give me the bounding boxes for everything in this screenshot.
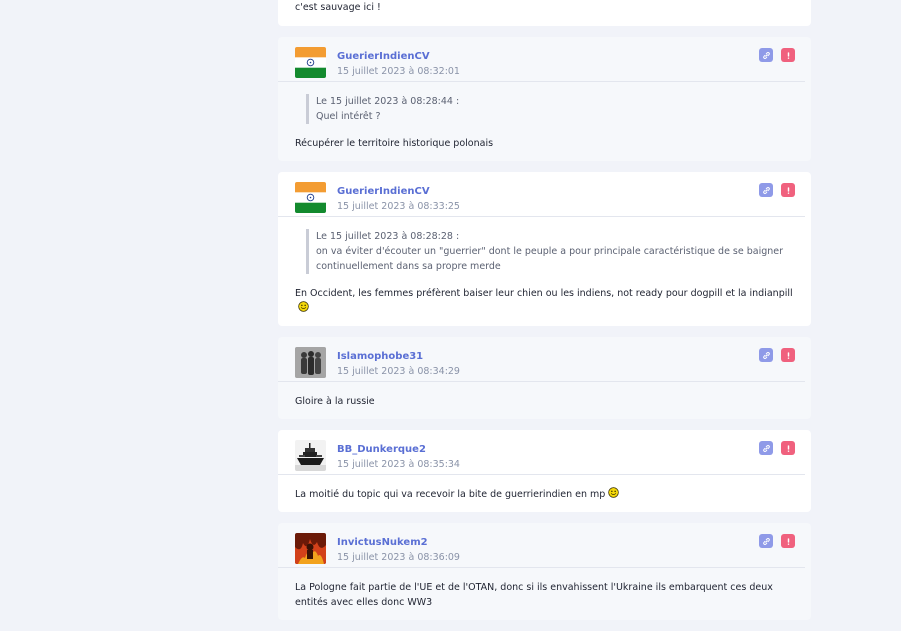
post-actions <box>759 348 795 362</box>
post-message: Gloire à la russie <box>295 396 375 407</box>
forum-post: c'est sauvage ici ! <box>278 0 811 26</box>
author-link[interactable]: InvictusNukem2 <box>337 537 428 548</box>
exclamation-icon <box>787 351 789 359</box>
report-button[interactable] <box>781 348 795 362</box>
permalink-button[interactable] <box>759 534 773 548</box>
post-message: La moitié du topic qui va recevoir la bi… <box>295 489 606 500</box>
report-button[interactable] <box>781 183 795 197</box>
permalink-button[interactable] <box>759 441 773 455</box>
permalink-button[interactable] <box>759 183 773 197</box>
post-body: Le 15 juillet 2023 à 08:28:28 : on va év… <box>278 217 811 326</box>
post-header: BB_Dunkerque2 15 juillet 2023 à 08:35:34 <box>278 430 805 475</box>
post-date[interactable]: 15 juillet 2023 à 08:35:34 <box>337 459 460 470</box>
post-message: Récupérer le territoire historique polon… <box>295 138 494 149</box>
india-flag-avatar[interactable] <box>295 182 326 213</box>
post-date[interactable]: 15 juillet 2023 à 08:34:29 <box>337 366 460 377</box>
post-actions <box>759 534 795 548</box>
battleship-avatar[interactable] <box>295 440 326 471</box>
post-actions <box>759 48 795 62</box>
india-flag-avatar[interactable] <box>295 47 326 78</box>
fire-avatar[interactable] <box>295 533 326 564</box>
quote-text: on va éviter d'écouter un "guerrier" don… <box>316 246 784 272</box>
post-date[interactable]: 15 juillet 2023 à 08:36:09 <box>337 552 460 563</box>
post-body: La Pologne fait partie de l'UE et de l'O… <box>278 568 811 620</box>
post-body: La moitié du topic qui va recevoir la bi… <box>278 475 811 512</box>
post-message: La Pologne fait partie de l'UE et de l'O… <box>295 582 773 608</box>
quote-header: Le 15 juillet 2023 à 08:28:44 : <box>316 96 460 107</box>
quote-text: Quel intérêt ? <box>316 111 381 122</box>
forum-post: GuerierIndienCV 15 juillet 2023 à 08:33:… <box>278 172 811 326</box>
author-link[interactable]: GuerierIndienCV <box>337 51 430 62</box>
exclamation-icon <box>787 51 789 59</box>
message-feed: c'est sauvage ici ! GuerierIndienCV 15 j… <box>278 0 811 631</box>
link-icon <box>762 186 770 194</box>
post-header: Islamophobe31 15 juillet 2023 à 08:34:29 <box>278 337 805 382</box>
post-header: GuerierIndienCV 15 juillet 2023 à 08:33:… <box>278 172 805 217</box>
exclamation-icon <box>787 537 789 545</box>
post-body: Le 15 juillet 2023 à 08:28:44 : Quel int… <box>278 82 811 161</box>
author-link[interactable]: BB_Dunkerque2 <box>337 444 426 455</box>
post-message: c'est sauvage ici ! <box>295 2 381 13</box>
permalink-button[interactable] <box>759 48 773 62</box>
post-body: Gloire à la russie <box>278 382 811 419</box>
report-button[interactable] <box>781 441 795 455</box>
forum-post: Islamophobe31 15 juillet 2023 à 08:34:29… <box>278 337 811 419</box>
soldiers-avatar[interactable] <box>295 347 326 378</box>
link-icon <box>762 351 770 359</box>
link-icon <box>762 444 770 452</box>
forum-post: InvictusNukem2 15 juillet 2023 à 08:36:0… <box>278 523 811 620</box>
post-date[interactable]: 15 juillet 2023 à 08:33:25 <box>337 201 460 212</box>
smiley-icon <box>298 301 309 312</box>
forum-post: GuerierIndienCV 15 juillet 2023 à 08:32:… <box>278 37 811 161</box>
author-link[interactable]: GuerierIndienCV <box>337 186 430 197</box>
post-actions <box>759 183 795 197</box>
post-date[interactable]: 15 juillet 2023 à 08:32:01 <box>337 66 460 77</box>
quote-block: Le 15 juillet 2023 à 08:28:44 : Quel int… <box>306 94 794 124</box>
report-button[interactable] <box>781 534 795 548</box>
permalink-button[interactable] <box>759 348 773 362</box>
author-link[interactable]: Islamophobe31 <box>337 351 423 362</box>
report-button[interactable] <box>781 48 795 62</box>
post-header: GuerierIndienCV 15 juillet 2023 à 08:32:… <box>278 37 805 82</box>
quote-block: Le 15 juillet 2023 à 08:28:28 : on va év… <box>306 229 794 274</box>
link-icon <box>762 51 770 59</box>
post-header: InvictusNukem2 15 juillet 2023 à 08:36:0… <box>278 523 805 568</box>
post-actions <box>759 441 795 455</box>
exclamation-icon <box>787 186 789 194</box>
quote-header: Le 15 juillet 2023 à 08:28:28 : <box>316 231 460 242</box>
link-icon <box>762 537 770 545</box>
post-body: c'est sauvage ici ! <box>278 0 811 25</box>
smiley-icon <box>608 487 620 498</box>
post-message: En Occident, les femmes préfèrent baiser… <box>295 288 793 299</box>
exclamation-icon <box>787 444 789 452</box>
forum-post: BB_Dunkerque2 15 juillet 2023 à 08:35:34… <box>278 430 811 512</box>
